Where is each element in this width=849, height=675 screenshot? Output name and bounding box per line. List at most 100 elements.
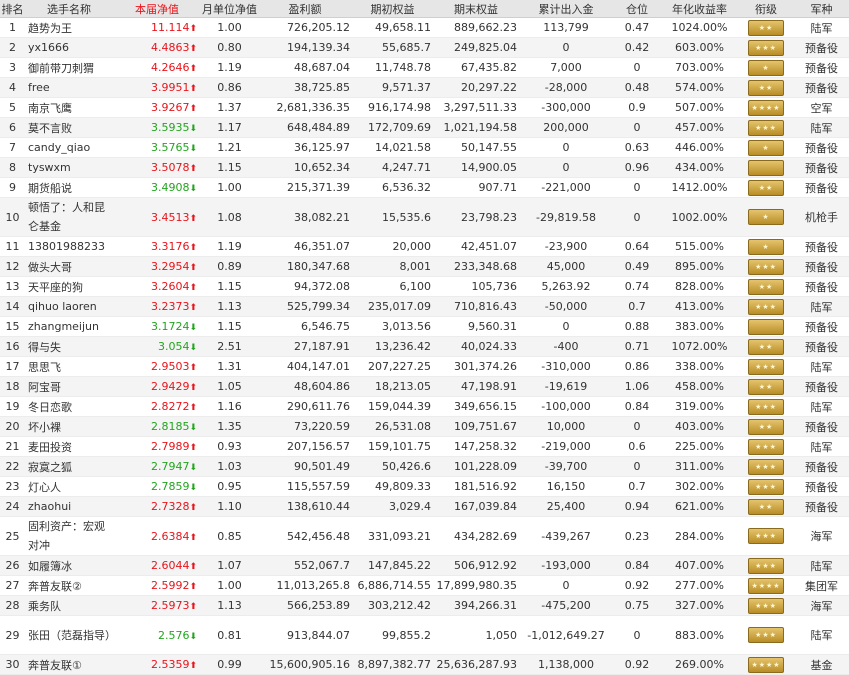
table-row[interactable]: 24 zhaohui 2.7328⬆ 1.10 138,610.44 3,029.4 167… (0, 496, 849, 517)
arrow-up-icon: ⬆ (189, 84, 197, 94)
start-equity: 15,535.6 (352, 197, 433, 237)
table-row[interactable]: 15 zhangmeijun 3.1724⬇ 1.15 6,546.75 3,013.56… (0, 316, 849, 337)
nav-number: 2.7328 (150, 500, 190, 513)
table-row[interactable]: 23 灯心人 2.7859⬇ 0.95 115,557.59 49,809.33 181,5… (0, 476, 849, 497)
col-header[interactable]: 衔级 (738, 0, 794, 18)
rank-cell: 12 (0, 256, 25, 277)
player-name[interactable]: 张田（范磊指导） (25, 615, 113, 655)
annual-return: 703.00% (661, 57, 738, 78)
monthly-nav: 1.00 (201, 17, 258, 38)
annual-return: 225.00% (661, 436, 738, 457)
table-row[interactable]: 8 tyswxm 3.5078⬆ 1.15 10,652.34 4,247.71 14,90… (0, 157, 849, 178)
table-row[interactable]: 19 冬日恋歌 2.8272⬆ 1.16 290,611.76 159,044.39 349… (0, 396, 849, 417)
table-row[interactable]: 28 乘务队 2.5973⬆ 1.13 566,253.89 303,212.42 394,… (0, 595, 849, 616)
nav-number: 2.8185 (150, 420, 190, 433)
profit: 90,501.49 (258, 456, 352, 477)
col-header[interactable]: 本届净值 (113, 0, 201, 18)
annual-return: 1412.00% (661, 177, 738, 198)
arrow-down-icon: ⬇ (189, 423, 197, 433)
table-row[interactable]: 17 思思飞 2.9503⬆ 1.31 404,147.01 207,227.25 301,… (0, 356, 849, 377)
col-header[interactable]: 期初权益 (352, 0, 433, 18)
player-name[interactable]: 13801988233 (25, 236, 113, 257)
nav-value: 3.5935⬇ (113, 117, 201, 138)
table-row[interactable]: 21 麦田投资 2.7989⬆ 0.93 207,156.57 159,101.75 147… (0, 436, 849, 457)
table-row[interactable]: 9 期货船说 3.4908⬇ 1.00 215,371.39 6,536.32 907.71… (0, 177, 849, 198)
arrow-up-icon: ⬆ (189, 562, 197, 572)
cumulative-flow: -439,267 (519, 516, 613, 556)
table-row[interactable]: 6 莫不言败 3.5935⬇ 1.17 648,484.89 172,709.69 1,02… (0, 117, 849, 138)
end-equity: 9,560.31 (433, 316, 519, 337)
player-name[interactable]: yx1666 (25, 37, 113, 58)
profit: 138,610.44 (258, 496, 352, 517)
table-row[interactable]: 2 yx1666 4.4863⬆ 0.80 194,139.34 55,685.7 249,… (0, 37, 849, 58)
player-name[interactable]: 趋势为王 (25, 17, 113, 38)
table-row[interactable]: 1 趋势为王 11.114⬆ 1.00 726,205.12 49,658.11 889,6… (0, 17, 849, 38)
table-row[interactable]: 26 如履簿冰 2.6044⬆ 1.07 552,067.7 147,845.22 506,… (0, 555, 849, 576)
player-name[interactable]: 乘务队 (25, 595, 113, 616)
annual-return: 338.00% (661, 356, 738, 377)
player-name[interactable]: 如履簿冰 (25, 555, 113, 576)
player-name[interactable]: 奔普友联② (25, 575, 113, 596)
player-name[interactable]: tyswxm (25, 157, 113, 178)
nav-number: 2.7989 (150, 440, 190, 453)
col-header[interactable]: 盈利额 (258, 0, 352, 18)
col-header[interactable]: 军种 (794, 0, 849, 18)
profit: 215,371.39 (258, 177, 352, 198)
player-name[interactable]: 麦田投资 (25, 436, 113, 457)
player-name[interactable]: 冬日恋歌 (25, 396, 113, 417)
player-name[interactable]: 莫不言败 (25, 117, 113, 138)
annual-return: 507.00% (661, 97, 738, 118)
player-name[interactable]: 御前带刀刺猬 (25, 57, 113, 78)
player-name[interactable]: qihuo laoren (25, 296, 113, 317)
player-name[interactable]: 阿宝哥 (25, 376, 113, 397)
nav-value: 3.9951⬆ (113, 77, 201, 98)
rank-badge: ★★ (738, 77, 794, 98)
table-row[interactable]: 7 candy_qiao 3.5765⬇ 1.21 36,125.97 14,021.58… (0, 137, 849, 158)
player-name[interactable]: 思思飞 (25, 356, 113, 377)
table-row[interactable]: 14 qihuo laoren 3.2373⬆ 1.13 525,799.34 235,0… (0, 296, 849, 317)
table-row[interactable]: 3 御前带刀刺猬 4.2646⬆ 1.19 48,687.04 11,748.78 67,4… (0, 57, 849, 78)
player-name[interactable]: zhangmeijun (25, 316, 113, 337)
player-name[interactable]: 寂寞之狐 (25, 456, 113, 477)
rank-badge: ★★★ (738, 256, 794, 277)
player-name[interactable]: zhaohui (25, 496, 113, 517)
col-header[interactable]: 年化收益率 (661, 0, 738, 18)
table-row[interactable]: 22 寂寞之狐 2.7947⬇ 1.03 90,501.49 50,426.6 101,22… (0, 456, 849, 477)
player-name[interactable]: free (25, 77, 113, 98)
player-name[interactable]: 灯心人 (25, 476, 113, 497)
table-row[interactable]: 13 天平座的狗 3.2604⬆ 1.15 94,372.08 6,100 105,736 5… (0, 276, 849, 297)
monthly-nav: 0.95 (201, 476, 258, 497)
table-row[interactable]: 16 得与失 3.054⬇ 2.51 27,187.91 13,236.42 40,024.… (0, 336, 849, 357)
player-name[interactable]: 坏小裸 (25, 416, 113, 437)
col-header[interactable]: 仓位 (613, 0, 661, 18)
col-header[interactable]: 选手名称 (25, 0, 113, 18)
table-row[interactable]: 25 固利资产：宏观对冲 2.6384⬆ 0.85 542,456.48 331,093.… (0, 516, 849, 556)
table-row[interactable]: 29 张田（范磊指导） 2.576⬇ 0.81 913,844.07 99,855.2 1,… (0, 615, 849, 655)
arrow-up-icon: ⬆ (189, 383, 197, 393)
table-row[interactable]: 10 顿悟了：人和昆仑基金 3.4513⬆ 1.08 38,082.21 15,535.6… (0, 197, 849, 237)
player-name[interactable]: 做头大哥 (25, 256, 113, 277)
player-name[interactable]: 固利资产：宏观对冲 (25, 516, 113, 556)
table-row[interactable]: 12 做头大哥 3.2954⬆ 0.89 180,347.68 8,001 233,348.… (0, 256, 849, 277)
start-equity: 99,855.2 (352, 615, 433, 655)
col-header[interactable]: 月单位净值 (201, 0, 258, 18)
rank-badge: ★ (738, 137, 794, 158)
player-name[interactable]: candy_qiao (25, 137, 113, 158)
table-row[interactable]: 11 13801988233 3.3176⬆ 1.19 46,351.07 20,000 4… (0, 236, 849, 257)
annual-return: 413.00% (661, 296, 738, 317)
col-header[interactable]: 期末权益 (433, 0, 519, 18)
player-name[interactable]: 南京飞鹰 (25, 97, 113, 118)
table-row[interactable]: 18 阿宝哥 2.9429⬆ 1.05 48,604.86 18,213.05 47,198… (0, 376, 849, 397)
player-name[interactable]: 期货船说 (25, 177, 113, 198)
player-name[interactable]: 顿悟了：人和昆仑基金 (25, 197, 113, 237)
start-equity: 49,809.33 (352, 476, 433, 497)
table-row[interactable]: 20 坏小裸 2.8185⬇ 1.35 73,220.59 26,531.08 109,75… (0, 416, 849, 437)
col-header[interactable]: 累计出入金 (519, 0, 613, 18)
table-row[interactable]: 5 南京飞鹰 3.9267⬆ 1.37 2,681,336.35 916,174.98 3,… (0, 97, 849, 118)
col-header[interactable]: 排名 (0, 0, 25, 18)
player-name[interactable]: 天平座的狗 (25, 276, 113, 297)
rank-badge: ★★★ (738, 615, 794, 655)
player-name[interactable]: 得与失 (25, 336, 113, 357)
table-row[interactable]: 27 奔普友联② 2.5992⬆ 1.00 11,013,265.8 6,886,714.… (0, 575, 849, 596)
table-row[interactable]: 4 free 3.9951⬆ 0.86 38,725.85 9,571.37 20,297.… (0, 77, 849, 98)
